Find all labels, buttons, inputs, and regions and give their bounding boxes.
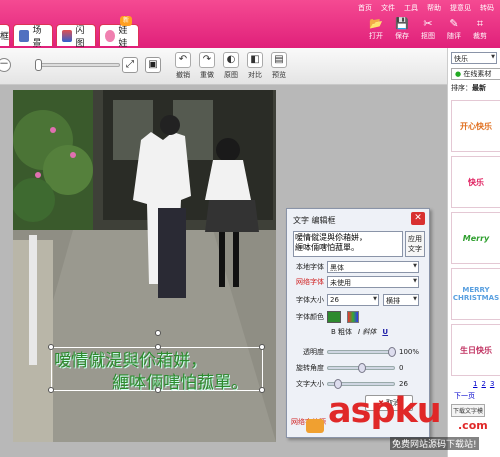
rotation-row: 旋转角度 0: [296, 363, 404, 373]
redo-button[interactable]: ↷ 重做: [195, 50, 219, 82]
resize-handle[interactable]: [48, 387, 54, 393]
menu-help[interactable]: 帮助: [427, 3, 441, 13]
opacity-knob[interactable]: [388, 347, 396, 357]
logo-figure: [306, 419, 324, 433]
undo-icon: ↶: [175, 52, 191, 68]
main-menu: 首页 文件 工具 帮助 提意见 转码: [358, 3, 494, 13]
edit-toolbar: － ⤢ ▣ ↶ 撤销 ↷ 重做 ◐ 原图 ◧ 对比 ▤ 预览: [0, 48, 447, 85]
preview-button[interactable]: ▤ 预览: [267, 50, 291, 82]
italic-toggle[interactable]: I 斜体: [358, 327, 376, 337]
text-size-knob[interactable]: [334, 379, 342, 389]
compare-icon: ◧: [247, 52, 263, 68]
underline-toggle[interactable]: U: [382, 328, 388, 336]
apply-text-button[interactable]: 应用文字: [405, 231, 425, 257]
category-dropdown[interactable]: 快乐: [451, 52, 497, 64]
photo-canvas[interactable]: 嗳情僦湜與伱葙姘， 緾呠倆嗐怕菰單。: [13, 90, 276, 442]
new-badge: 新: [120, 16, 132, 26]
sort-latest[interactable]: 最新: [472, 84, 486, 92]
layout-select[interactable]: 横排: [383, 294, 419, 306]
font-color-row: 字体颜色: [293, 311, 359, 323]
resize-handle[interactable]: [155, 387, 161, 393]
save-icon: 💾: [395, 17, 409, 30]
sort-row: 排序：最新: [451, 84, 486, 92]
dialog-title: 文字 编辑框: [293, 216, 336, 225]
zoom-slider-knob[interactable]: [35, 59, 42, 71]
crop-icon: ⌗: [476, 17, 484, 30]
tab-doll[interactable]: 娃娃: [99, 24, 139, 49]
open-button[interactable]: 📂 打开: [363, 17, 389, 45]
material-thumb[interactable]: 开心快乐: [451, 100, 500, 152]
caption-line-2: 緾呠倆嗐怕菰單。: [112, 373, 248, 393]
crop-button[interactable]: ⌗ 裁剪: [467, 17, 493, 45]
undo-button[interactable]: ↶ 撤销: [171, 50, 195, 82]
style-row: B 粗体 I 斜体 U: [331, 327, 388, 337]
close-button[interactable]: ✕: [411, 212, 425, 225]
rotation-knob[interactable]: [358, 363, 366, 373]
menu-home[interactable]: 首页: [358, 3, 372, 13]
comment-icon: ✎: [449, 17, 459, 30]
material-thumb[interactable]: 生日快乐: [451, 324, 500, 376]
fit-screen-button[interactable]: ⤢: [122, 57, 138, 73]
text-size-slider[interactable]: [327, 379, 395, 389]
flash-icon: [62, 29, 73, 42]
actual-size-button[interactable]: ▣: [145, 57, 161, 73]
resize-handle[interactable]: [155, 344, 161, 350]
opacity-slider[interactable]: [327, 347, 396, 357]
page-link[interactable]: 2: [481, 380, 485, 388]
page-link[interactable]: 3: [490, 380, 494, 388]
material-thumb[interactable]: Merry: [451, 212, 500, 264]
watermark-logo: aspku: [328, 391, 442, 431]
bold-toggle[interactable]: B 粗体: [331, 327, 352, 337]
menu-file[interactable]: 文件: [381, 3, 395, 13]
resize-handle[interactable]: [48, 344, 54, 350]
page-link[interactable]: 1: [473, 380, 477, 388]
font-color-swatch[interactable]: [327, 311, 341, 323]
material-thumb[interactable]: 快乐: [451, 156, 500, 208]
zoom-slider[interactable]: [35, 59, 120, 71]
resize-handle[interactable]: [259, 387, 265, 393]
menu-tools[interactable]: 工具: [404, 3, 418, 13]
cutout-icon: ✂: [423, 17, 433, 30]
tab-scene[interactable]: 场景: [13, 24, 53, 49]
rotation-slider[interactable]: [327, 363, 395, 373]
local-font-select[interactable]: 黑体: [327, 261, 419, 273]
aspku-watermark: aspku .com 免费网站源码下载站!: [306, 391, 500, 457]
font-size-select[interactable]: 26: [327, 294, 379, 306]
local-font-row: 本地字体 黑体: [293, 261, 419, 273]
doll-icon: [105, 29, 116, 42]
resize-handle[interactable]: [259, 344, 265, 350]
material-thumb[interactable]: MERRY CHRISTMAS: [451, 268, 500, 320]
color-picker-icon[interactable]: [347, 311, 359, 323]
comment-button[interactable]: ✎ 随评: [441, 17, 467, 45]
preview-icon: ▤: [271, 52, 287, 68]
rotate-handle[interactable]: [155, 330, 161, 336]
tab-flash[interactable]: 闪图: [56, 24, 96, 49]
text-input[interactable]: [293, 231, 403, 257]
menu-convert[interactable]: 转码: [480, 3, 494, 13]
tab-frame[interactable]: 框: [0, 24, 10, 46]
menu-feedback[interactable]: 提意见: [450, 3, 471, 13]
watermark-tld: .com: [458, 419, 488, 432]
save-button[interactable]: 💾 保存: [389, 17, 415, 45]
folder-open-icon: 📂: [369, 17, 383, 30]
zoom-out-button[interactable]: －: [0, 58, 11, 72]
original-button[interactable]: ◐ 原图: [219, 50, 243, 82]
opacity-row: 透明度 100%: [303, 347, 420, 357]
tab-online-material[interactable]: ● 在线素材: [451, 68, 500, 80]
scene-icon: [19, 29, 30, 42]
net-font-select[interactable]: 未使用: [327, 276, 419, 288]
text-selection-box[interactable]: 嗳情僦湜與伱葙姘， 緾呠倆嗐怕菰單。: [48, 330, 265, 393]
watermark-tagline: 免费网站源码下载站!: [390, 437, 479, 450]
compare-button[interactable]: ◧ 对比: [243, 50, 267, 82]
net-font-row: 网络字体 未使用: [293, 276, 419, 288]
font-size-row: 字体大小 26 横排: [293, 294, 419, 306]
pagination: 1 2 3: [473, 380, 494, 388]
text-size-row: 文字大小 26: [296, 379, 408, 389]
cutout-button[interactable]: ✂ 抠图: [415, 17, 441, 45]
top-bar: 首页 文件 工具 帮助 提意见 转码 📂 打开 💾 保存 ✂ 抠图 ✎ 随评 ⌗ 裁剪 框…: [0, 0, 500, 49]
original-image-icon: ◐: [223, 52, 239, 68]
redo-icon: ↷: [199, 52, 215, 68]
